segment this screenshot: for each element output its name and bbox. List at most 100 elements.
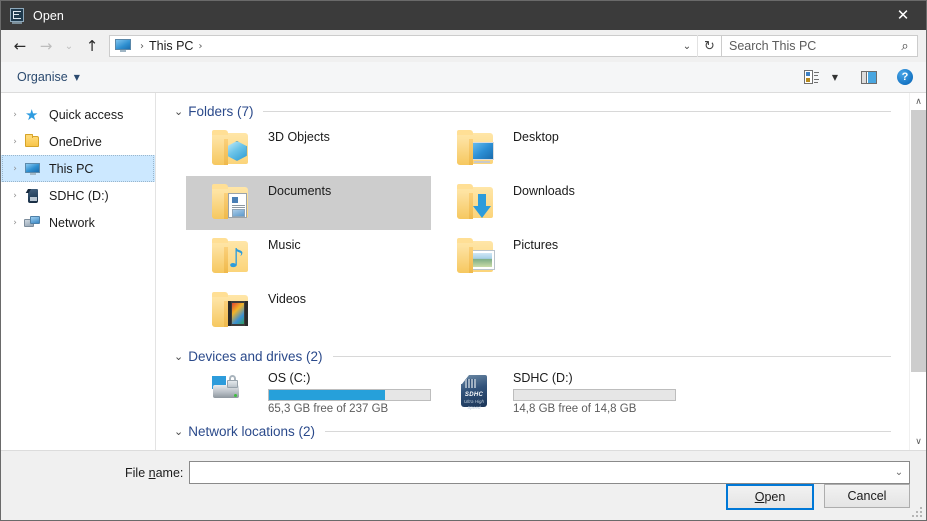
group-title: Folders (7) [188, 103, 254, 119]
sd-card-icon: SDHC Ultra High Speed [455, 371, 499, 411]
sidebar-item-this-pc[interactable]: › This PC [1, 155, 155, 182]
sidebar-item-label: Quick access [49, 107, 124, 122]
folder-tile-3d-objects[interactable]: 3D Objects [186, 122, 431, 176]
chevron-down-icon[interactable]: ⌄ [889, 462, 909, 483]
folder-label: Pictures [513, 238, 559, 252]
dialog-footer: File name: ⌄ Open Cancel [1, 451, 926, 520]
drive-info: OS (C:) 65,3 GB free of 237 GB [268, 371, 431, 415]
refresh-icon[interactable]: ↻ [697, 35, 721, 57]
vertical-scrollbar[interactable]: ∧ ∨ [909, 93, 926, 450]
folder-label: Downloads [513, 184, 575, 198]
view-layout-icon [803, 70, 819, 84]
folder-label: Music [268, 238, 301, 252]
folder-tile-documents[interactable]: Documents [186, 176, 431, 230]
sidebar-item-onedrive[interactable]: › OneDrive [1, 128, 155, 155]
drive-free-text: 14,8 GB free of 14,8 GB [513, 403, 637, 415]
group-header-network[interactable]: ⌄ Network locations (2) [174, 420, 909, 442]
file-name-label-pre: File [125, 465, 149, 480]
folder-label: 3D Objects [268, 130, 330, 144]
open-button[interactable]: Open [726, 484, 814, 510]
folder-tile-pictures[interactable]: Pictures [431, 230, 676, 284]
search-icon[interactable]: ⌕ [893, 36, 917, 56]
folder-tile-downloads[interactable]: Downloads [431, 176, 676, 230]
breadcrumb[interactable]: › This PC › ⌄ ↻ [109, 35, 722, 57]
folder-tile-desktop[interactable]: Desktop [431, 122, 676, 176]
folder-icon [210, 291, 254, 331]
chevron-down-icon[interactable]: ⌄ [174, 105, 183, 118]
this-pc-icon [115, 39, 131, 53]
help-button[interactable]: ? [892, 65, 918, 89]
preview-pane-icon [861, 70, 877, 84]
drive-tiles: OS (C:) 65,3 GB free of 237 GB SDHC Ultr… [174, 367, 909, 415]
recent-locations-button[interactable]: ⌄ [59, 33, 79, 59]
file-name-combobox[interactable]: ⌄ [189, 461, 910, 484]
close-icon[interactable]: ✕ [880, 1, 926, 30]
preview-pane-button[interactable] [856, 65, 882, 89]
sidebar-item-label: SDHC (D:) [49, 188, 109, 203]
folder-tile-music[interactable]: Music [186, 230, 431, 284]
group-divider [332, 355, 891, 357]
organise-button[interactable]: Organise ▼ [17, 70, 80, 84]
group-title: Network locations (2) [188, 423, 316, 439]
sidebar-item-sdhc-d[interactable]: › SDHC (D:) [1, 182, 155, 209]
search-box[interactable]: ⌕ [722, 35, 918, 57]
scroll-up-icon[interactable]: ∧ [910, 93, 926, 110]
drive-label: SDHC (D:) [513, 371, 573, 385]
back-button[interactable]: ← [7, 33, 33, 59]
dialog-buttons: Open Cancel [726, 484, 910, 510]
drive-free-text: 65,3 GB free of 237 GB [268, 403, 389, 415]
view-layout-dropdown[interactable]: ▼ [826, 65, 844, 89]
folder-label: Desktop [513, 130, 559, 144]
sidebar-item-label: This PC [49, 161, 94, 176]
address-bar: ← → ⌄ ↑ › This PC › ⌄ ↻ ⌕ [1, 30, 926, 62]
drive-tile-os-c[interactable]: OS (C:) 65,3 GB free of 237 GB [186, 367, 431, 415]
breadcrumb-separator[interactable]: › [135, 41, 149, 52]
chevron-right-icon[interactable]: › [7, 191, 23, 201]
dialog-body: › Quick access › OneDrive › This PC › SD… [1, 93, 926, 451]
sidebar-item-label: Network [49, 215, 95, 230]
chevron-right-icon[interactable]: › [7, 164, 23, 174]
file-name-label-post: ame: [155, 465, 184, 480]
folder-tile-videos[interactable]: Videos [186, 284, 431, 338]
search-input[interactable] [722, 38, 893, 54]
chevron-down-icon[interactable]: ⌄ [677, 36, 697, 56]
group-header-devices[interactable]: ⌄ Devices and drives (2) [174, 345, 909, 367]
chevron-down-icon[interactable]: ⌄ [174, 350, 183, 363]
star-icon [23, 107, 43, 123]
drive-info: SDHC (D:) 14,8 GB free of 14,8 GB [513, 371, 676, 415]
folder-label: Videos [268, 292, 306, 306]
chevron-right-icon[interactable]: › [7, 137, 23, 147]
folder-icon [210, 183, 254, 223]
file-list-pane: ⌄ Folders (7) 3D Objects Desktop Documen… [156, 93, 926, 450]
sidebar-item-network[interactable]: › Network [1, 209, 155, 236]
scrollbar-thumb[interactable] [911, 110, 926, 372]
hard-drive-icon [210, 371, 254, 411]
resize-grip[interactable] [912, 507, 922, 517]
folder-icon [210, 129, 254, 169]
scroll-down-icon[interactable]: ∨ [910, 433, 926, 450]
view-layout-button[interactable] [798, 65, 824, 89]
file-name-row: File name: ⌄ [1, 451, 926, 484]
chevron-right-icon[interactable]: › [7, 218, 23, 228]
drive-usage-fill [269, 390, 385, 400]
open-label-post: pen [764, 490, 786, 504]
toolbar-right-group: ▼ ? [798, 65, 918, 89]
file-name-label-mnemonic: n [148, 465, 156, 480]
file-list: ⌄ Folders (7) 3D Objects Desktop Documen… [156, 93, 909, 450]
up-button[interactable]: ↑ [79, 33, 105, 59]
organise-label: Organise [17, 70, 68, 84]
group-divider [263, 110, 891, 112]
chevron-right-icon[interactable]: › [7, 110, 23, 120]
title-bar: Open ✕ [1, 1, 926, 30]
group-header-folders[interactable]: ⌄ Folders (7) [174, 100, 909, 122]
sidebar-item-quick-access[interactable]: › Quick access [1, 101, 155, 128]
chevron-down-icon: ▼ [73, 72, 80, 82]
folder-icon [455, 237, 499, 277]
breadcrumb-separator-2[interactable]: › [193, 41, 207, 52]
file-name-input[interactable] [190, 464, 889, 481]
forward-button[interactable]: → [33, 33, 59, 59]
chevron-down-icon[interactable]: ⌄ [174, 425, 183, 438]
breadcrumb-item-this-pc[interactable]: This PC [149, 39, 193, 53]
cancel-button[interactable]: Cancel [824, 484, 910, 508]
drive-tile-sdhc-d[interactable]: SDHC Ultra High Speed SDHC (D:) 14,8 GB … [431, 367, 676, 415]
